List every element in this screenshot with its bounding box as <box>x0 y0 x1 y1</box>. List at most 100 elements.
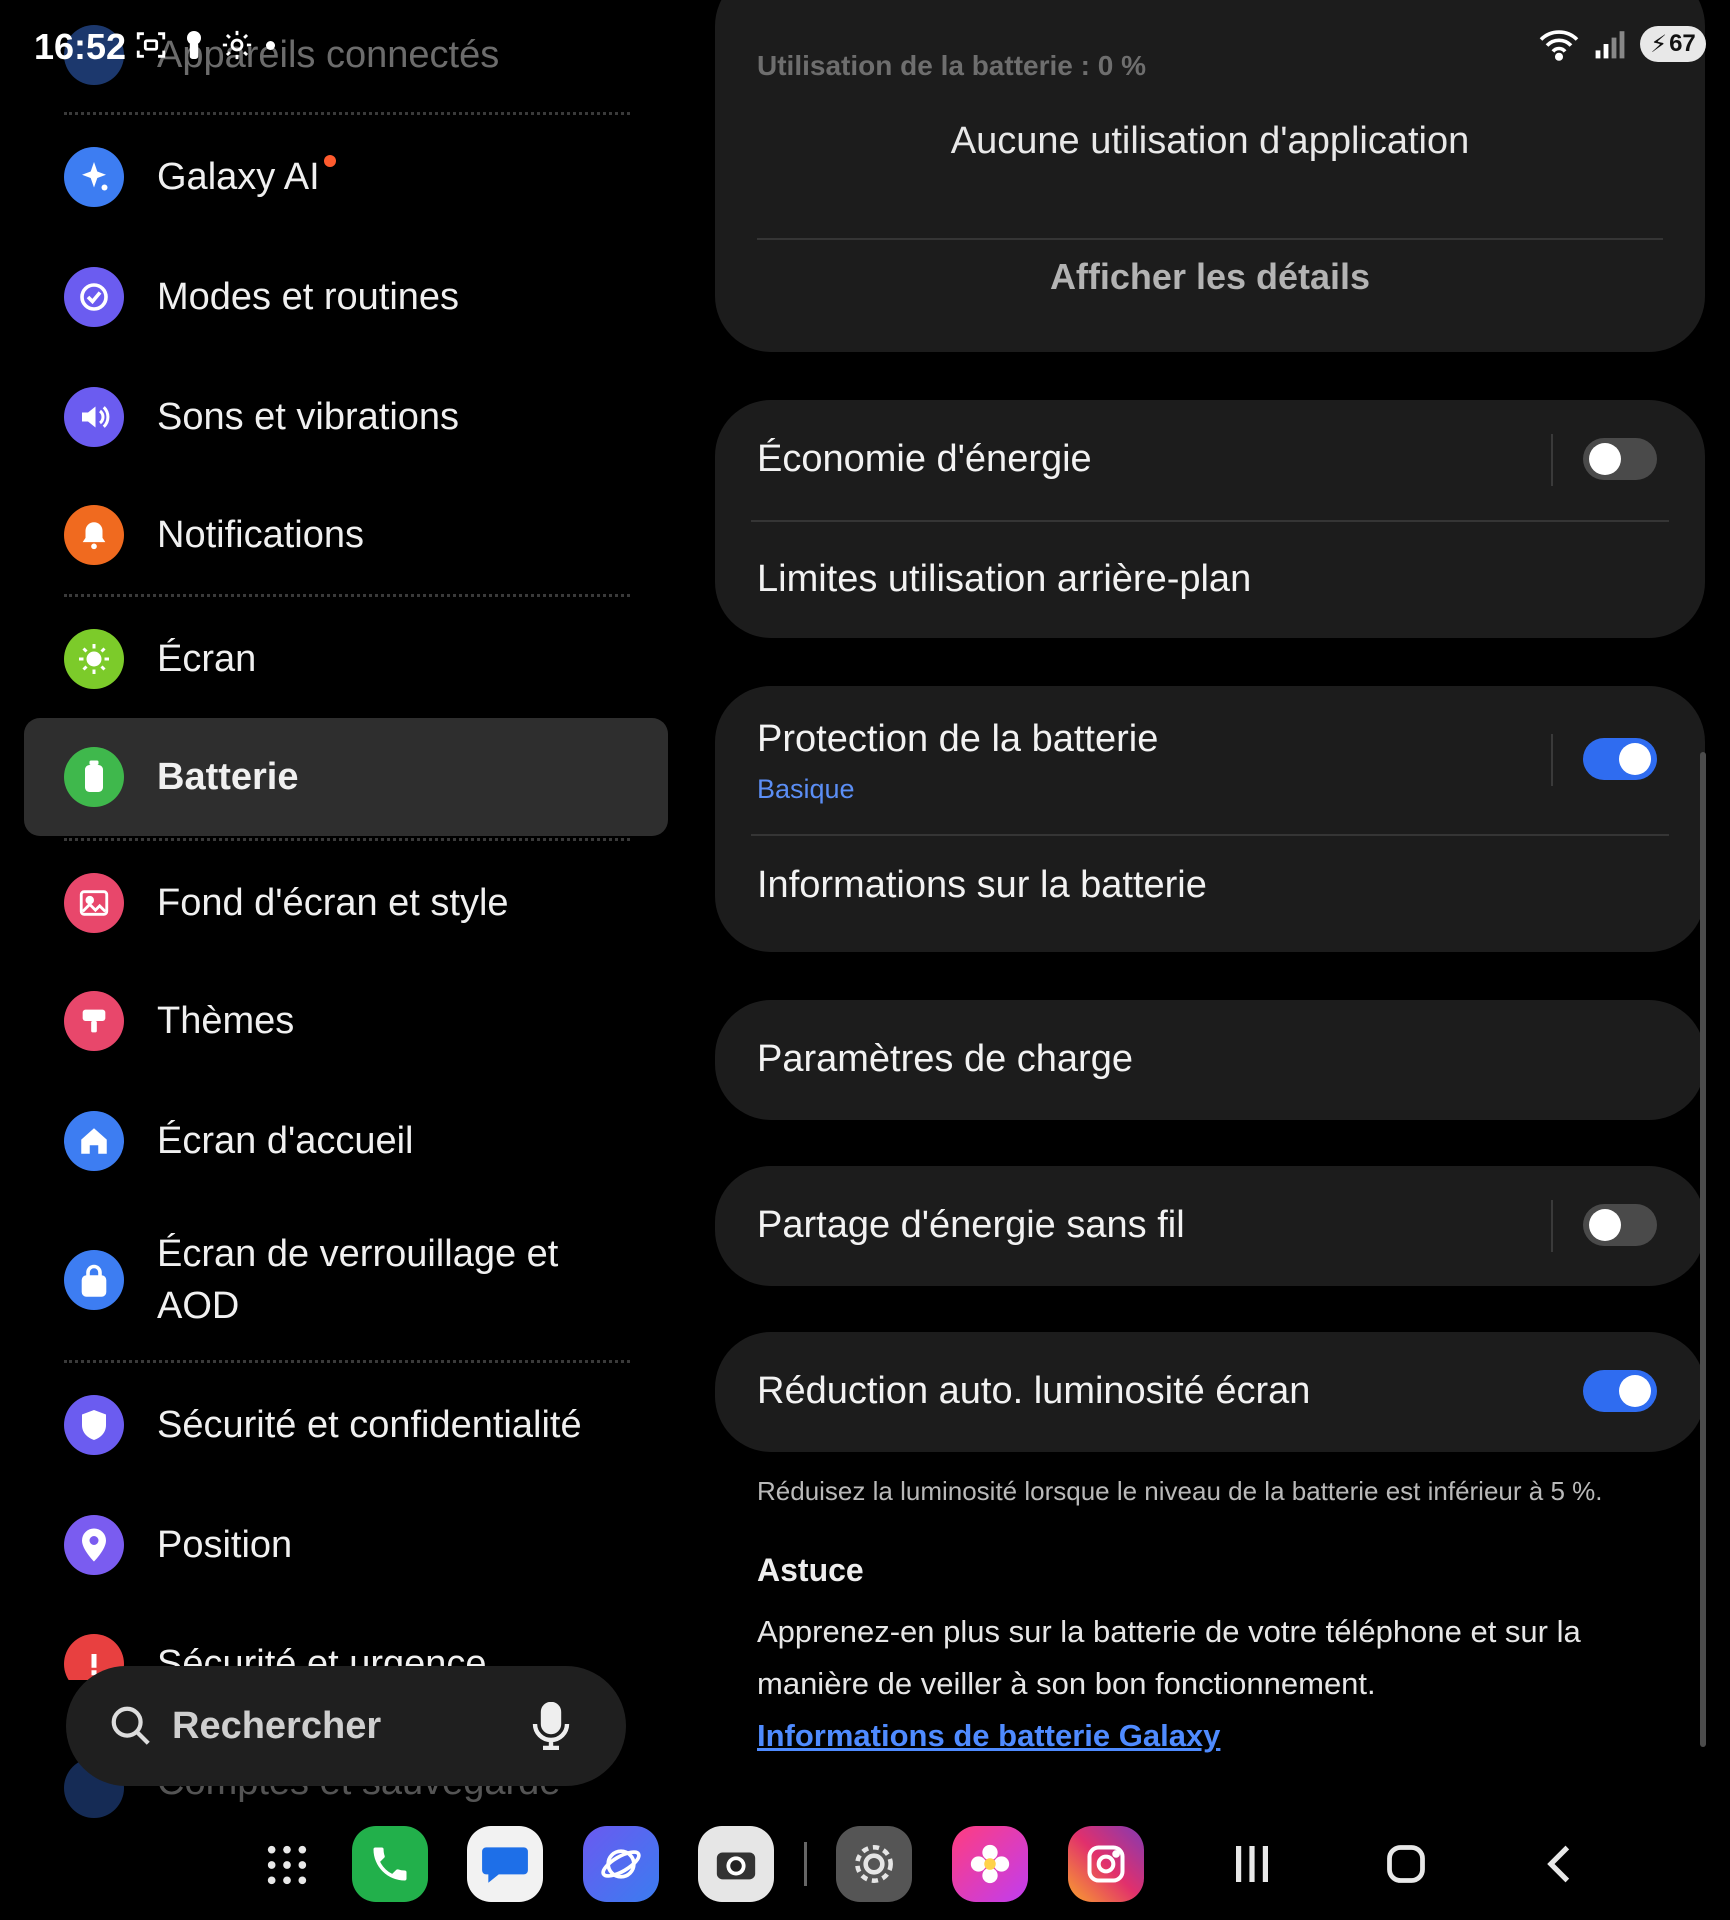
battery-protection-toggle[interactable] <box>1583 738 1657 780</box>
tip-body: Apprenez-en plus sur la batterie de votr… <box>757 1614 1581 1701</box>
screenshot-icon <box>136 32 166 58</box>
battery-protection-card: Protection de la batterie Basique Inform… <box>715 686 1705 952</box>
sidebar-item-label: Position <box>157 1524 293 1566</box>
power-saving-card: Économie d'énergie Limites utilisation a… <box>715 400 1705 638</box>
auto-brightness-toggle[interactable] <box>1583 1370 1657 1412</box>
view-details-button[interactable]: Afficher les détails <box>715 246 1705 308</box>
divider <box>757 238 1663 240</box>
dot-icon <box>266 40 275 50</box>
no-app-usage-text: Aucune utilisation d'application <box>950 120 1470 162</box>
wireless-powershare-row[interactable]: Partage d'énergie sans fil <box>715 1166 1705 1286</box>
power-saving-row[interactable]: Économie d'énergie <box>715 400 1705 520</box>
background-limits-row[interactable]: Limites utilisation arrière-plan <box>715 522 1705 638</box>
microphone-icon[interactable] <box>530 1702 572 1750</box>
battery-info-row[interactable]: Informations sur la batterie <box>715 836 1705 952</box>
messages-app-icon[interactable] <box>467 1826 543 1902</box>
divider <box>64 838 630 841</box>
check-circle-icon <box>64 267 124 327</box>
sidebar-item-label: Galaxy AI <box>157 151 336 203</box>
power-saving-toggle[interactable] <box>1583 438 1657 480</box>
sun-icon <box>64 629 124 689</box>
status-icons-left <box>134 28 275 62</box>
phone-app-icon[interactable] <box>352 1826 428 1902</box>
bell-icon <box>64 505 124 565</box>
divider <box>1551 1200 1553 1252</box>
divider <box>64 1360 630 1363</box>
battery-icon <box>64 747 124 807</box>
tip-title: Astuce <box>757 1552 864 1588</box>
sidebar-item-label: Écran <box>157 638 257 680</box>
shield-icon <box>64 1395 124 1455</box>
instagram-app-icon[interactable] <box>1068 1826 1144 1902</box>
gear-icon <box>222 30 252 60</box>
image-icon <box>64 873 124 933</box>
battery-protection-row[interactable]: Protection de la batterie Basique <box>715 686 1705 834</box>
divider <box>64 594 630 597</box>
keyhole-icon <box>187 31 201 59</box>
background-limits-label: Limites utilisation arrière-plan <box>757 558 1252 600</box>
apps-grid-icon[interactable] <box>264 1842 310 1888</box>
battery-protection-mode: Basique <box>757 774 855 804</box>
sidebar-item-notifications[interactable]: Notifications <box>24 480 668 590</box>
recents-button[interactable] <box>1232 1842 1272 1891</box>
camera-app-icon[interactable] <box>698 1826 774 1902</box>
new-badge <box>323 155 336 167</box>
sidebar-item-battery[interactable]: Batterie <box>24 718 668 836</box>
status-icons-right: ⚡ 67 <box>1538 26 1706 62</box>
sidebar-item-security-privacy[interactable]: Sécurité et confidentialité <box>24 1370 668 1480</box>
battery-charging-icon: ⚡ 67 <box>1640 26 1706 62</box>
sidebar-item-display[interactable]: Écran <box>24 604 668 714</box>
scrollbar[interactable] <box>1700 752 1706 1747</box>
wifi-icon <box>1539 30 1579 61</box>
sidebar-item-label: Fond d'écran et style <box>157 882 509 924</box>
sidebar-item-label: Batterie <box>157 756 299 798</box>
lock-icon <box>64 1250 124 1310</box>
charging-settings-row[interactable]: Paramètres de charge <box>715 1000 1705 1120</box>
taskbar <box>0 1820 1730 1920</box>
home-button[interactable] <box>1384 1842 1428 1891</box>
sidebar-item-wallpaper[interactable]: Fond d'écran et style <box>24 848 668 958</box>
sparkle-icon <box>64 147 124 207</box>
sidebar-item-label: Sons et vibrations <box>157 396 460 438</box>
sidebar-item-label: Thèmes <box>157 1000 295 1042</box>
wireless-powershare-toggle[interactable] <box>1583 1204 1657 1246</box>
wireless-powershare-label: Partage d'énergie sans fil <box>757 1204 1185 1246</box>
internet-app-icon[interactable] <box>583 1826 659 1902</box>
battery-level: 67 <box>1669 30 1696 57</box>
search-input[interactable]: Rechercher <box>172 1705 381 1748</box>
location-pin-icon <box>64 1515 124 1575</box>
sidebar-item-galaxy-ai[interactable]: Galaxy AI <box>24 122 668 232</box>
galaxy-battery-info-link[interactable]: Informations de batterie Galaxy <box>757 1718 1220 1754</box>
status-bar: 16:52 ⚡ 67 <box>0 0 1730 96</box>
sidebar-item-label: Notifications <box>157 514 364 556</box>
sidebar-item-sounds[interactable]: Sons et vibrations <box>24 362 668 472</box>
settings-app-icon[interactable] <box>836 1826 912 1902</box>
charging-settings-label: Paramètres de charge <box>757 1038 1133 1080</box>
home-icon <box>64 1111 124 1171</box>
signal-icon <box>1595 31 1625 59</box>
search-icon <box>111 1706 150 1745</box>
auto-brightness-label: Réduction auto. luminosité écran <box>757 1370 1311 1412</box>
battery-settings-panel: Utilisation de la batterie : 0 % Aucune … <box>715 0 1705 1840</box>
back-button[interactable] <box>1540 1842 1580 1891</box>
search-bar[interactable]: Rechercher <box>66 1666 626 1786</box>
divider <box>64 112 630 115</box>
auto-brightness-row[interactable]: Réduction auto. luminosité écran <box>715 1332 1705 1452</box>
sidebar-item-themes[interactable]: Thèmes <box>24 966 668 1076</box>
gallery-app-icon[interactable] <box>952 1826 1028 1902</box>
status-time: 16:52 <box>34 26 127 67</box>
sidebar-item-label: Écran de verrouillage et AOD <box>157 1233 559 1327</box>
battery-info-label: Informations sur la batterie <box>757 864 1207 906</box>
divider <box>1551 434 1553 486</box>
sidebar-item-label: Sécurité et confidentialité <box>157 1404 582 1446</box>
sidebar-item-label: Écran d'accueil <box>157 1120 414 1162</box>
taskbar-divider <box>804 1842 807 1886</box>
settings-sidebar: Appareils connectés Galaxy AI Modes et r… <box>0 0 690 1920</box>
divider <box>1551 734 1553 786</box>
sidebar-item-lock-screen[interactable]: Écran de verrouillage et AOD <box>24 1210 668 1350</box>
auto-brightness-note: Réduisez la luminosité lorsque le niveau… <box>757 1476 1603 1506</box>
power-saving-label: Économie d'énergie <box>757 438 1092 480</box>
sidebar-item-home-screen[interactable]: Écran d'accueil <box>24 1086 668 1196</box>
sidebar-item-location[interactable]: Position <box>24 1490 668 1600</box>
sidebar-item-modes-routines[interactable]: Modes et routines <box>24 242 668 352</box>
